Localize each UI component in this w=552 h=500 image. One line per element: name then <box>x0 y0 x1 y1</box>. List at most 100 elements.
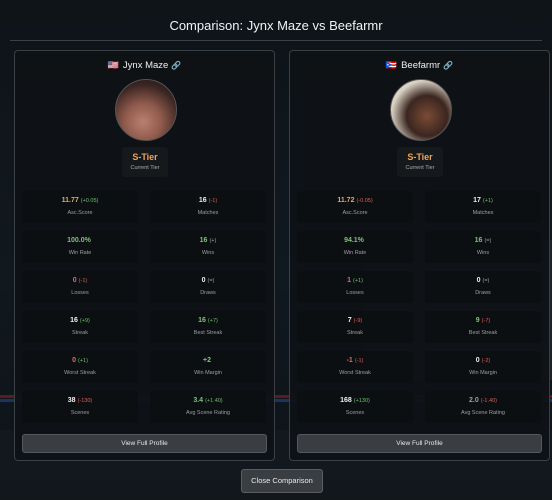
stat-label: Streak <box>72 330 88 336</box>
stat-scenes: 38 (-130) Scenes <box>22 391 138 423</box>
stat-matches: 17 (+1) Matches <box>425 191 541 223</box>
stat-value: 16 <box>198 197 207 204</box>
stat-win-rate: 94.1% Win Rate <box>297 231 413 263</box>
stat-value: 16 <box>199 237 208 244</box>
title-divider <box>10 40 542 41</box>
stat-label: Wins <box>201 250 215 256</box>
stat-delta: (+) <box>209 238 217 244</box>
stat-delta: (-1) <box>78 278 88 284</box>
stat-value: 11.77 <box>61 197 79 204</box>
stat-win-margin: 0 (-2) Win Margin <box>425 351 541 383</box>
tier-caption: Current Tier <box>405 165 435 171</box>
stat-label: Streak <box>347 330 363 336</box>
stat-delta: (+7) <box>207 318 218 324</box>
close-comparison-button[interactable]: Close Comparison <box>241 469 323 493</box>
stat-delta: (-130) <box>77 398 93 404</box>
stat-value: 0 <box>72 357 76 364</box>
stat-value: 17 <box>473 197 481 204</box>
performer-name[interactable]: Beefarmr <box>401 60 440 71</box>
stat-delta: (+130) <box>353 398 370 404</box>
stat-streak: 16 (+9) Streak <box>22 311 138 343</box>
link-icon[interactable]: 🔗 <box>443 61 453 70</box>
stat-label: Avg Scene Rating <box>461 410 505 416</box>
stat-delta: (-2) <box>481 358 491 364</box>
stat-best-streak: 9 (-7) Best Streak <box>425 311 541 343</box>
performer-card-right: 🇵🇷 Beefarmr 🔗 S-Tier Current Tier 11.72 (-0… <box>289 50 550 461</box>
stat-label: Worst Streak <box>64 370 96 376</box>
stat-worst-streak: 0 (+1) Worst Streak <box>22 351 138 383</box>
stat-value: 38 <box>67 397 76 404</box>
stat-value: 0 <box>476 277 481 284</box>
stat-delta: (+0.05) <box>80 198 99 204</box>
stat-label: Worst Streak <box>339 370 371 376</box>
stat-value: 0 <box>201 277 206 284</box>
stat-avg-scene-rating: 2.0 (-1.40) Avg Scene Rating <box>425 391 541 423</box>
view-full-profile-button[interactable]: View Full Profile <box>297 434 542 453</box>
stat-label: Losses <box>71 290 89 296</box>
stat-win-margin: +2 Win Margin <box>150 351 266 383</box>
stat-label: Scenes <box>70 410 90 416</box>
stat-matches: 16 (-1) Matches <box>150 191 266 223</box>
stat-label: Win Rate <box>343 250 367 256</box>
stat-asc-score: 11.72 (-0.05) Asc.Score <box>297 191 413 223</box>
stat-value: 94.1% <box>344 237 364 244</box>
stat-streak: 7 (-9) Streak <box>297 311 413 343</box>
stat-value: 16 <box>70 317 78 324</box>
stat-label: Wins <box>476 250 490 256</box>
tier-label: S-Tier <box>132 152 158 162</box>
performer-card-left: 🇺🇸 Jynx Maze 🔗 S-Tier Current Tier 11.77 (+… <box>14 50 275 461</box>
stat-avg-scene-rating: 3.4 (+1.40) Avg Scene Rating <box>150 391 266 423</box>
stat-label: Win Margin <box>469 370 497 376</box>
view-full-profile-button[interactable]: View Full Profile <box>22 434 267 453</box>
stat-delta: (=) <box>484 238 492 244</box>
stat-delta: (+1.40) <box>205 398 223 404</box>
stat-label: Matches <box>197 210 219 216</box>
stat-label: Win Rate <box>68 250 92 256</box>
stat-worst-streak: -1 (-1) Worst Streak <box>297 351 413 383</box>
stat-value: 0 <box>72 277 77 284</box>
stat-value: 1 <box>347 277 351 284</box>
stat-draws: 0 (=) Draws <box>425 271 541 303</box>
stat-value: -1 <box>346 357 353 364</box>
tier-badge: S-Tier Current Tier <box>122 147 168 177</box>
link-icon[interactable]: 🔗 <box>171 61 181 70</box>
tier-badge: S-Tier Current Tier <box>397 147 443 177</box>
stat-delta: (+9) <box>79 318 90 324</box>
stat-value: 16 <box>474 237 483 244</box>
stat-delta: (=) <box>482 278 490 284</box>
stat-value: 3.4 <box>193 397 204 404</box>
stat-label: Scenes <box>345 410 365 416</box>
stat-label: Losses <box>346 290 364 296</box>
performer-name[interactable]: Jynx Maze <box>123 60 168 71</box>
flag-icon: 🇺🇸 <box>107 60 119 70</box>
tier-caption: Current Tier <box>130 165 160 171</box>
stat-value: 2.0 <box>469 397 479 404</box>
stat-win-rate: 100.0% Win Rate <box>22 231 138 263</box>
stat-value: 0 <box>475 357 480 364</box>
stat-delta: (-1.40) <box>480 398 497 404</box>
performer-name-row: 🇺🇸 Jynx Maze 🔗 <box>15 60 274 71</box>
stat-delta: (-0.05) <box>356 198 373 204</box>
avatar <box>115 79 177 141</box>
stat-delta: (+1) <box>77 358 88 364</box>
stat-value: 16 <box>198 317 206 324</box>
tier-label: S-Tier <box>407 152 433 162</box>
stat-delta: (-1) <box>208 198 218 204</box>
stat-label: Win Margin <box>194 370 222 376</box>
stat-value: 7 <box>347 317 352 324</box>
stat-label: Asc.Score <box>342 210 368 216</box>
flag-icon: 🇵🇷 <box>385 60 398 70</box>
stat-value: 100.0% <box>67 237 91 244</box>
stat-delta: (-7) <box>481 318 491 324</box>
stat-label: Draws <box>475 290 491 296</box>
stat-losses: 0 (-1) Losses <box>22 271 138 303</box>
avatar <box>390 79 452 141</box>
stat-wins: 16 (=) Wins <box>425 231 541 263</box>
stat-label: Avg Scene Rating <box>186 410 230 416</box>
stat-label: Best Streak <box>193 330 223 336</box>
stat-delta: (-9) <box>353 318 363 324</box>
stat-label: Asc.Score <box>67 210 93 216</box>
stat-value: +2 <box>203 357 211 364</box>
stat-label: Best Streak <box>468 330 498 336</box>
stat-draws: 0 (=) Draws <box>150 271 266 303</box>
